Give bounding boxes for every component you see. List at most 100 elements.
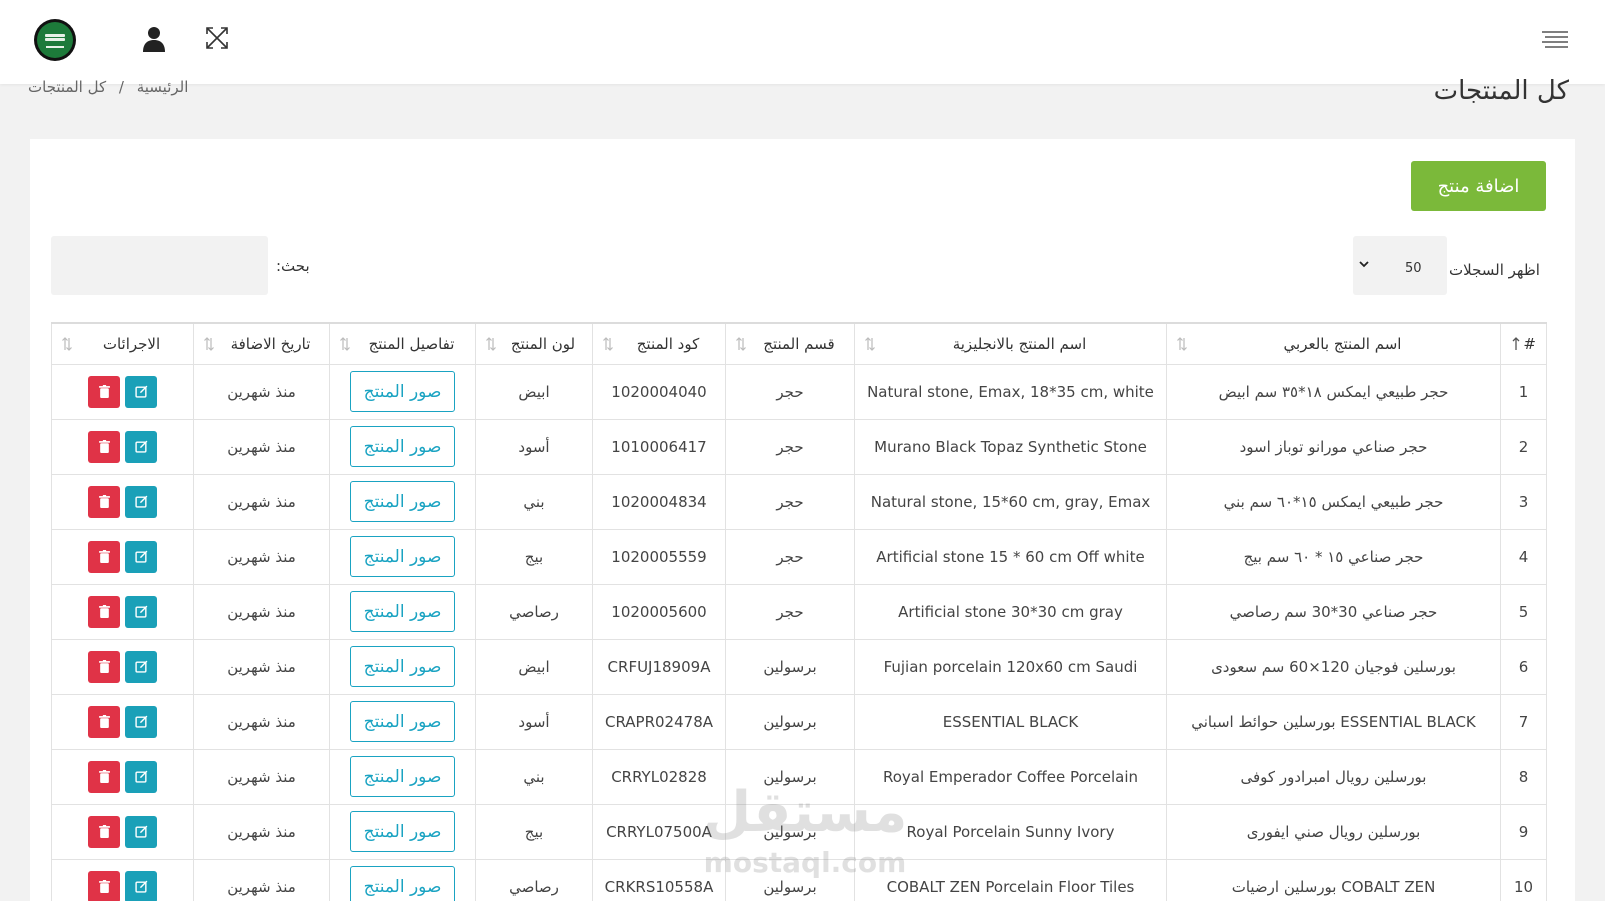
cell-name-en: Artificial stone 15 * 60 cm Off white (854, 528, 1167, 585)
table-header-row: # اسم المنتج بالعربي اسم المنتج بالانجلي… (51, 322, 1547, 365)
col-header-label: قسم المنتج (763, 334, 835, 353)
col-header-code[interactable]: كود المنتج (592, 322, 726, 365)
product-photos-button[interactable]: صور المنتج (350, 866, 455, 901)
search-input[interactable] (51, 236, 268, 295)
col-header-name-en[interactable]: اسم المنتج بالانجليزية (854, 322, 1167, 365)
cell-color: رصاصي (475, 858, 593, 901)
chevron-down-icon (1359, 261, 1369, 268)
cell-name-ar: حجر صناعي مورانو توباز اسود (1166, 418, 1501, 475)
cell-details: صور المنتج (329, 638, 476, 695)
cell-name-en: ESSENTIAL BLACK (854, 693, 1167, 750)
product-photos-button[interactable]: صور المنتج (350, 591, 455, 632)
sort-icon (62, 337, 72, 351)
table-row: 4 حجر صناعي ١٥ * ٦٠ سم بيج Artificial st… (51, 528, 1547, 585)
col-header-actions[interactable]: الاجرائات (51, 322, 194, 365)
col-header-num[interactable]: # (1500, 322, 1547, 365)
product-photos-button[interactable]: صور المنتج (350, 756, 455, 797)
delete-button[interactable] (88, 650, 120, 683)
edit-button[interactable] (125, 650, 157, 683)
trash-icon (98, 660, 110, 673)
cell-num: 7 (1500, 693, 1547, 750)
edit-button[interactable] (125, 705, 157, 738)
search-label: بحث: (276, 257, 310, 275)
col-header-details[interactable]: تفاصيل المنتج (329, 322, 476, 365)
fullscreen-icon[interactable] (205, 26, 229, 50)
table-row: 9 بورسلين رويال صني ايفورى Royal Porcela… (51, 803, 1547, 860)
cell-code: CRFUJ18909A (592, 638, 726, 695)
product-photos-button[interactable]: صور المنتج (350, 646, 455, 687)
trash-icon (98, 385, 110, 398)
col-header-label: لون المنتج (510, 334, 576, 353)
cell-num: 6 (1500, 638, 1547, 695)
delete-button[interactable] (88, 375, 120, 408)
cell-name-en: Natural stone, Emax, 18*35 cm, white (854, 363, 1167, 420)
records-length-select[interactable]: 50 (1353, 236, 1447, 295)
edit-button[interactable] (125, 485, 157, 518)
cell-code: 1020005559 (592, 528, 726, 585)
trash-icon (98, 550, 110, 563)
cell-name-en: Fujian porcelain 120x60 cm Saudi (854, 638, 1167, 695)
cell-actions (51, 583, 194, 640)
product-photos-button[interactable]: صور المنتج (350, 536, 455, 577)
cell-code: 1020004834 (592, 473, 726, 530)
edit-button[interactable] (125, 760, 157, 793)
cell-actions (51, 528, 194, 585)
cell-category: برسولين (725, 693, 855, 750)
edit-icon (134, 385, 147, 398)
cell-date: منذ شهرين (193, 803, 330, 860)
col-header-category[interactable]: قسم المنتج (725, 322, 855, 365)
delete-button[interactable] (88, 705, 120, 738)
edit-button[interactable] (125, 375, 157, 408)
edit-button[interactable] (125, 815, 157, 848)
col-header-date[interactable]: تاريخ الاضافة (193, 322, 330, 365)
edit-button[interactable] (125, 430, 157, 463)
product-photos-button[interactable]: صور المنتج (350, 811, 455, 852)
cell-actions (51, 418, 194, 475)
cell-name-ar: COBALT ZEN بورسلين ارضيات (1166, 858, 1501, 901)
product-photos-button[interactable]: صور المنتج (350, 701, 455, 742)
table-row: 10 COBALT ZEN بورسلين ارضيات COBALT ZEN … (51, 858, 1547, 901)
delete-button[interactable] (88, 760, 120, 793)
cell-name-ar: حجر صناعي ١٥ * ٦٠ سم بيج (1166, 528, 1501, 585)
cell-actions (51, 803, 194, 860)
cell-details: صور المنتج (329, 473, 476, 530)
cell-num: 3 (1500, 473, 1547, 530)
delete-button[interactable] (88, 595, 120, 628)
table-row: 1 حجر طبيعي ايمكس ١٨*٣٥ سم ابيض Natural … (51, 363, 1547, 420)
delete-button[interactable] (88, 485, 120, 518)
records-length-value: 50 (1405, 261, 1422, 276)
cell-details: صور المنتج (329, 418, 476, 475)
cell-name-ar: حجر طبيعي ايمكس ١٥*٦٠ سم بني (1166, 473, 1501, 530)
hamburger-menu-icon[interactable] (1541, 28, 1569, 52)
col-header-color[interactable]: لون المنتج (475, 322, 593, 365)
cell-num: 4 (1500, 528, 1547, 585)
delete-button[interactable] (88, 815, 120, 848)
add-product-button[interactable]: اضافة منتج (1411, 161, 1546, 211)
sort-icon (486, 337, 496, 351)
cell-name-ar: بورسلين فوجيان 120×60 سم سعودى (1166, 638, 1501, 695)
user-icon[interactable] (142, 26, 166, 52)
breadcrumb-home[interactable]: الرئيسية (137, 78, 189, 96)
edit-button[interactable] (125, 870, 157, 901)
cell-color: ابيض (475, 638, 593, 695)
sort-icon (865, 337, 875, 351)
cell-details: صور المنتج (329, 748, 476, 805)
delete-button[interactable] (88, 430, 120, 463)
cell-color: أسود (475, 418, 593, 475)
product-photos-button[interactable]: صور المنتج (350, 481, 455, 522)
delete-button[interactable] (88, 870, 120, 901)
product-photos-button[interactable]: صور المنتج (350, 371, 455, 412)
cell-date: منذ شهرين (193, 748, 330, 805)
cell-category: حجر (725, 418, 855, 475)
edit-button[interactable] (125, 595, 157, 628)
cell-name-ar: حجر صناعي 30*30 سم رصاصي (1166, 583, 1501, 640)
col-header-name-ar[interactable]: اسم المنتج بالعربي (1166, 322, 1501, 365)
cell-code: 1020005600 (592, 583, 726, 640)
edit-icon (134, 440, 147, 453)
product-photos-button[interactable]: صور المنتج (350, 426, 455, 467)
edit-button[interactable] (125, 540, 157, 573)
cell-details: صور المنتج (329, 528, 476, 585)
delete-button[interactable] (88, 540, 120, 573)
saudi-flag-icon[interactable] (34, 19, 76, 61)
sort-asc-icon (1512, 337, 1520, 350)
